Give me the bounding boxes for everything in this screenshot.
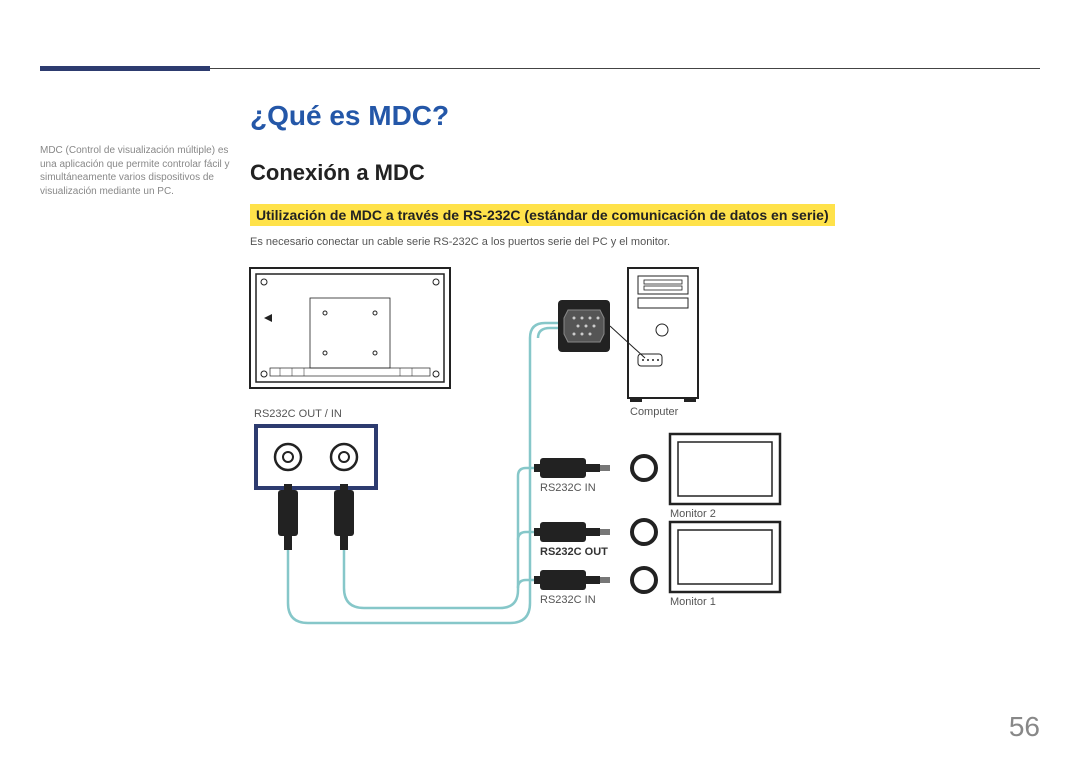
page-title: ¿Qué es MDC? bbox=[250, 100, 1040, 132]
sidebar-note: MDC (Control de visualización múltiple) … bbox=[40, 144, 230, 198]
monitor-1 bbox=[670, 522, 780, 592]
monitor-2 bbox=[670, 434, 780, 504]
section-subtitle: Conexión a MDC bbox=[250, 160, 1040, 186]
label-rs232c-in-bottom: RS232C IN bbox=[540, 594, 596, 606]
computer-tower bbox=[628, 268, 698, 402]
label-rs232c-in-top: RS232C IN bbox=[540, 482, 596, 494]
connection-diagram: RS232C OUT / IN Computer RS232C IN RS232… bbox=[250, 268, 1040, 668]
page: MDC (Control de visualización múltiple) … bbox=[0, 0, 1080, 763]
monitor-back-panel bbox=[250, 268, 450, 388]
jack-plug-left bbox=[278, 484, 298, 550]
rs232c-port-block bbox=[256, 426, 376, 488]
label-ports: RS232C OUT / IN bbox=[254, 408, 342, 420]
jack-plug-rs232c-out bbox=[534, 522, 610, 542]
jack-ring-top bbox=[632, 456, 656, 480]
description-text: Es necesario conectar un cable serie RS-… bbox=[250, 236, 1040, 248]
top-accent-bar bbox=[40, 66, 210, 71]
label-monitor-2: Monitor 2 bbox=[670, 508, 716, 520]
jack-ring-mid bbox=[632, 520, 656, 544]
main-content: ¿Qué es MDC? Conexión a MDC Utilización … bbox=[250, 100, 1040, 668]
jack-plug-rs232c-in-bottom bbox=[534, 570, 610, 590]
jack-plug-right bbox=[334, 484, 354, 550]
highlighted-subheading: Utilización de MDC a través de RS-232C (… bbox=[250, 204, 835, 226]
jack-ring-bottom bbox=[632, 568, 656, 592]
page-number: 56 bbox=[1009, 711, 1040, 743]
diagram-svg bbox=[250, 268, 1040, 668]
label-monitor-1: Monitor 1 bbox=[670, 596, 716, 608]
label-computer: Computer bbox=[630, 406, 678, 418]
db9-connector bbox=[558, 300, 645, 358]
label-rs232c-out: RS232C OUT bbox=[540, 546, 608, 558]
jack-plug-rs232c-in-top bbox=[534, 458, 610, 478]
